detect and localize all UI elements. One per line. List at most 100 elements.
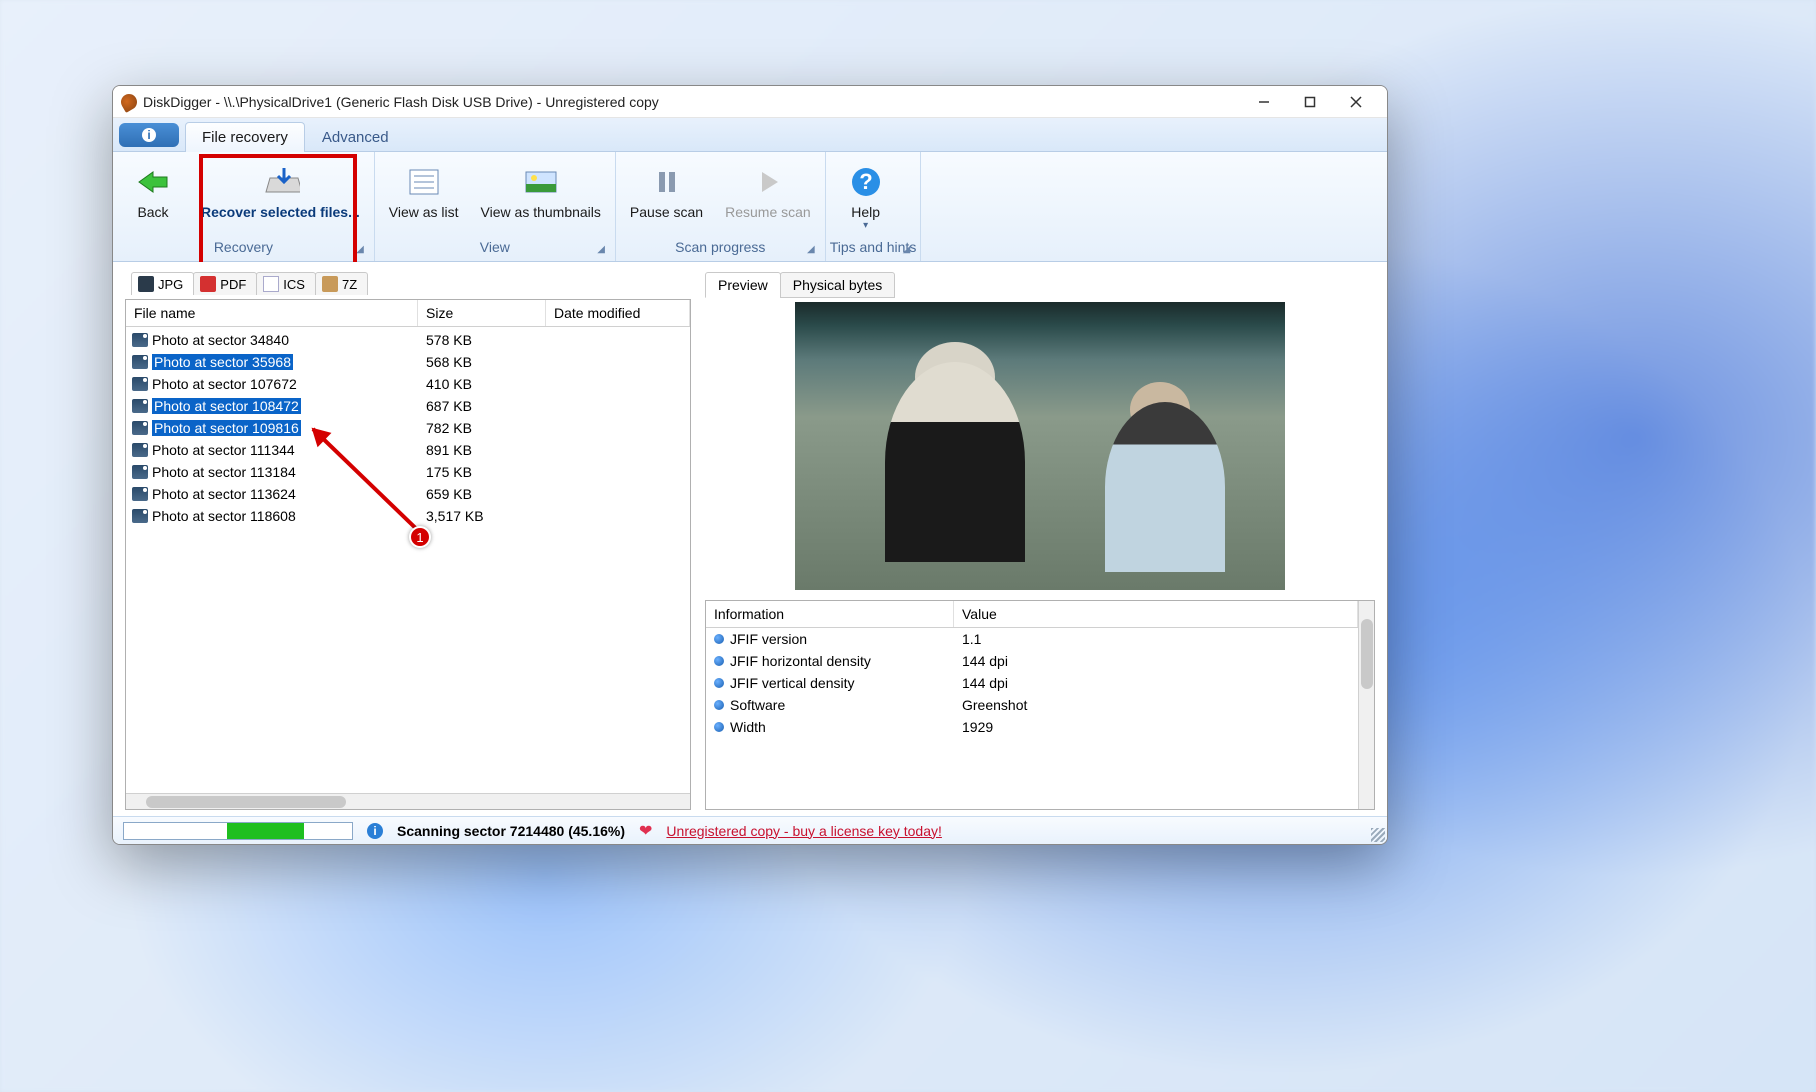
table-row[interactable]: Photo at sector 109816 782 KB [126,417,690,439]
help-button[interactable]: ? Help ▾ [830,158,902,235]
info-icon: i [141,127,157,143]
table-row[interactable]: Photo at sector 34840578 KB [126,329,690,351]
file-name: Photo at sector 109816 [152,420,301,436]
metadata-row: JFIF vertical density 144 dpi [706,672,1358,694]
ribbon-group-label-scan: Scan progress ◢ [620,235,821,261]
column-header-filename[interactable]: File name [126,300,418,326]
preview-image [795,302,1285,590]
column-header-value[interactable]: Value [954,601,1358,627]
vertical-scrollbar[interactable] [1358,601,1374,809]
table-row[interactable]: Photo at sector 113624659 KB [126,483,690,505]
jpg-icon [138,276,154,292]
metadata-body: JFIF version1.1JFIF horizontal density14… [706,628,1358,738]
window-title: DiskDigger - \\.\PhysicalDrive1 (Generic… [143,94,1241,110]
tab-physical-bytes[interactable]: Physical bytes [780,272,895,298]
table-row[interactable]: Photo at sector 113184175 KB [126,461,690,483]
photo-file-icon [132,421,148,435]
resize-grip[interactable] [1371,828,1385,842]
file-table-body[interactable]: Photo at sector 34840578 KBPhoto at sect… [126,327,690,793]
ribbon-group-label-tips: Tips and hints ◢ [830,235,917,261]
table-row[interactable]: Photo at sector 108472687 KB [126,395,690,417]
metadata-value: 144 dpi [954,653,1358,669]
file-size: 782 KB [418,420,546,436]
statusbar: i Scanning sector 7214480 (45.16%) ❤ Unr… [113,816,1387,844]
tab-advanced[interactable]: Advanced [305,122,406,152]
heart-icon: ❤ [639,821,652,841]
column-header-size[interactable]: Size [418,300,546,326]
file-size: 410 KB [418,376,546,392]
bullet-icon [714,722,724,732]
pause-scan-button[interactable]: Pause scan [620,158,713,235]
dialog-launcher-icon[interactable]: ◢ [807,244,815,255]
preview-pane: Preview Physical bytes Information Value… [705,272,1375,810]
filter-tab-pdf[interactable]: PDF [193,272,257,295]
ribbon-group-view: View as list View as thumbnails View ◢ [375,152,616,261]
back-arrow-icon [133,164,173,200]
file-list-pane: JPG PDF ICS 7Z File name Size [125,272,691,810]
scrollbar-thumb[interactable] [1361,619,1373,689]
photo-file-icon [132,355,148,369]
metadata-key: Software [730,697,785,713]
info-pill-button[interactable]: i [119,123,179,147]
close-icon [1350,96,1362,108]
preview-tabs: Preview Physical bytes [705,272,1375,298]
photo-file-icon [132,333,148,347]
file-size: 3,517 KB [418,508,546,524]
bullet-icon [714,678,724,688]
close-button[interactable] [1333,88,1379,116]
pause-icon [647,164,687,200]
metadata-key: JFIF version [730,631,807,647]
resume-scan-button: Resume scan [715,158,821,235]
ribbon-group-scan: Pause scan Resume scan Scan progress ◢ [616,152,826,261]
ribbon-group-label-view: View ◢ [379,235,611,261]
ribbon: Back Recover selected files... Recovery … [113,152,1387,262]
filter-tab-ics[interactable]: ICS [256,272,316,295]
help-icon: ? [846,164,886,200]
dialog-launcher-icon[interactable]: ◢ [903,244,911,255]
metadata-key: Width [730,719,766,735]
dialog-launcher-icon[interactable]: ◢ [356,244,364,255]
file-name: Photo at sector 107672 [152,376,297,392]
metadata-value: 1929 [954,719,1358,735]
bullet-icon [714,634,724,644]
metadata-row: JFIF horizontal density144 dpi [706,650,1358,672]
maximize-button[interactable] [1287,88,1333,116]
file-size: 687 KB [418,398,546,414]
play-icon [748,164,788,200]
metadata-table: Information Value JFIF version1.1JFIF ho… [705,600,1375,810]
metadata-header: Information Value [706,601,1358,628]
dialog-launcher-icon[interactable]: ◢ [597,244,605,255]
metadata-key: JFIF vertical density [730,675,854,691]
metadata-value: 144 dpi [954,675,1358,691]
column-header-information[interactable]: Information [706,601,954,627]
table-row[interactable]: Photo at sector 111344891 KB [126,439,690,461]
view-thumbnails-button[interactable]: View as thumbnails [471,158,611,235]
tab-preview[interactable]: Preview [705,272,781,298]
back-button[interactable]: Back [117,158,189,235]
table-row[interactable]: Photo at sector 107672 410 KB [126,373,690,395]
filter-tab-jpg[interactable]: JPG [131,272,194,295]
horizontal-scrollbar[interactable] [126,793,690,809]
file-name: Photo at sector 118608 [152,508,296,524]
metadata-row: SoftwareGreenshot [706,694,1358,716]
table-row[interactable]: Photo at sector 35968568 KB [126,351,690,373]
file-table: File name Size Date modified Photo at se… [125,299,691,810]
ics-icon [263,276,279,292]
recover-selected-button[interactable]: Recover selected files... [191,158,370,235]
thumbnails-icon [521,164,561,200]
scrollbar-thumb[interactable] [146,796,346,808]
filter-tab-7z[interactable]: 7Z [315,272,368,295]
view-list-button[interactable]: View as list [379,158,469,235]
bullet-icon [714,700,724,710]
minimize-button[interactable] [1241,88,1287,116]
minimize-icon [1258,96,1270,108]
tab-file-recovery[interactable]: File recovery [185,122,305,152]
column-header-date[interactable]: Date modified [546,300,690,326]
sevenz-icon [322,276,338,292]
filetype-filter-tabs: JPG PDF ICS 7Z [125,272,691,299]
buy-license-link[interactable]: Unregistered copy - buy a license key to… [666,823,941,839]
file-size: 891 KB [418,442,546,458]
bullet-icon [714,656,724,666]
file-size: 659 KB [418,486,546,502]
photo-file-icon [132,443,148,457]
